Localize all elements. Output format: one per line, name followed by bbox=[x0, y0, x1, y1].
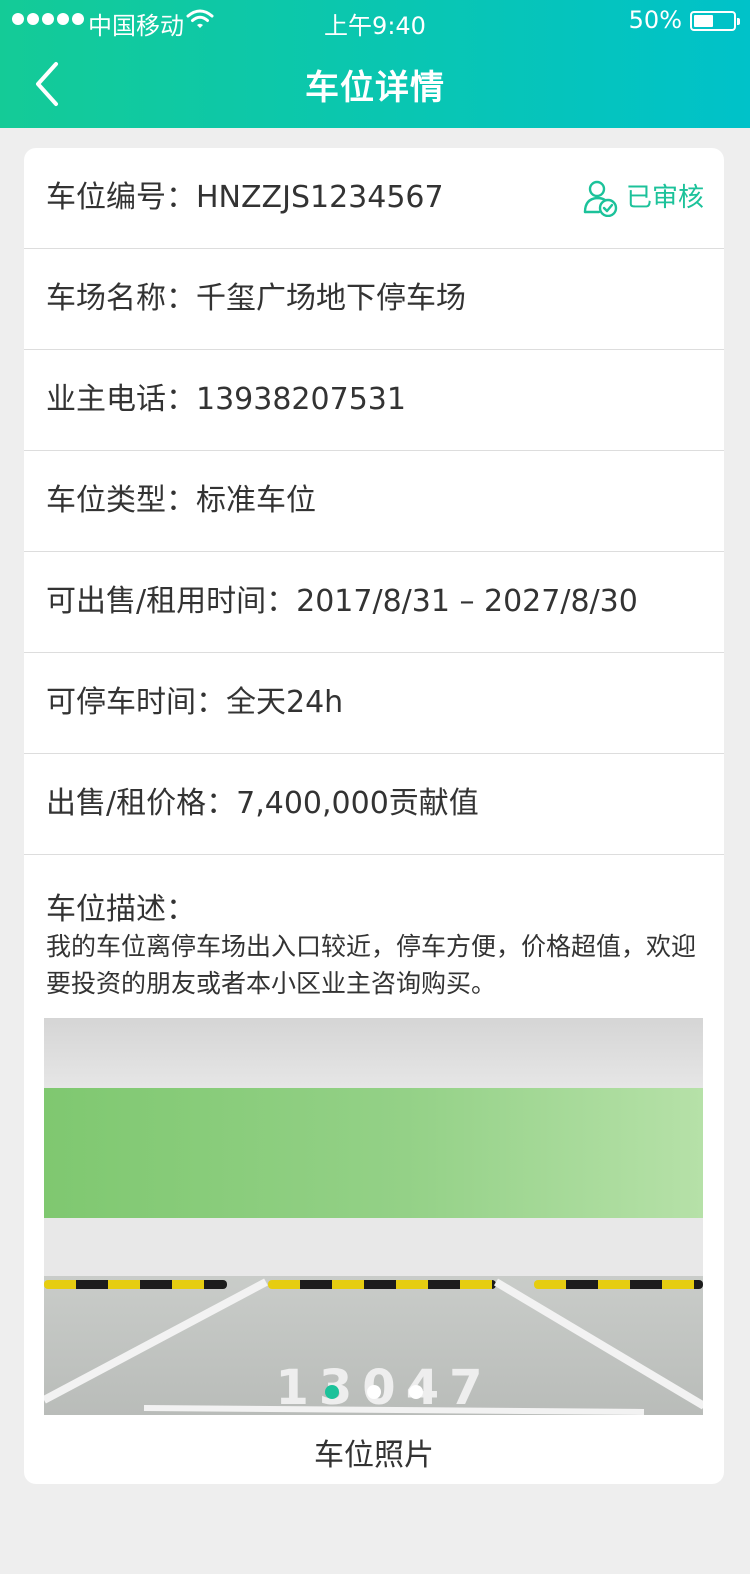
lot-name-value: 千玺广场地下停车场 bbox=[196, 281, 466, 316]
status-bar: 中国移动 上午9:40 50% bbox=[0, 0, 750, 40]
space-type-value: 标准车位 bbox=[196, 483, 316, 518]
space-type-label: 车位类型： bbox=[46, 483, 196, 518]
rental-period-row: 可出售/租用时间：2017/8/31 – 2027/8/30 bbox=[24, 552, 724, 653]
carousel-dot[interactable] bbox=[408, 1385, 423, 1399]
price-value: 7,400,000贡献值 bbox=[236, 786, 479, 821]
parking-time-label: 可停车时间： bbox=[46, 685, 226, 720]
owner-phone-row: 业主电话：13938207531 bbox=[24, 350, 724, 451]
lot-name-label: 车场名称： bbox=[46, 281, 196, 316]
photo-green-wall-band bbox=[44, 1088, 703, 1218]
rental-period-value: 2017/8/31 – 2027/8/30 bbox=[296, 584, 638, 619]
battery-icon bbox=[690, 11, 740, 31]
photo-carousel[interactable]: 13047 bbox=[44, 1018, 703, 1415]
carousel-dot[interactable] bbox=[324, 1385, 339, 1399]
space-number-label: 车位编号： bbox=[46, 180, 196, 215]
description-label: 车位描述： bbox=[46, 892, 196, 927]
owner-phone-label: 业主电话： bbox=[46, 382, 196, 417]
rental-period-label: 可出售/租用时间： bbox=[46, 584, 297, 619]
detail-card: 车位编号：HNZZJS1234567 已审核 车场名称：千玺广场地下停车场 业主… bbox=[24, 148, 724, 1484]
space-number-value: HNZZJS1234567 bbox=[196, 180, 444, 215]
owner-phone-value[interactable]: 13938207531 bbox=[196, 382, 406, 417]
space-type-row: 车位类型：标准车位 bbox=[24, 451, 724, 552]
carousel-pagination bbox=[44, 1385, 703, 1399]
price-label: 出售/租价格： bbox=[46, 786, 237, 821]
photo-caption: 车位照片 bbox=[314, 1438, 434, 1473]
app-header: 中国移动 上午9:40 50% 车位详情 bbox=[0, 0, 750, 128]
verified-badge: 已审核 bbox=[582, 148, 704, 248]
verified-user-icon bbox=[583, 180, 618, 217]
lot-name-row: 车场名称：千玺广场地下停车场 bbox=[24, 249, 724, 350]
page-title: 车位详情 bbox=[305, 68, 445, 108]
parking-time-value: 全天24h bbox=[226, 685, 344, 720]
price-row: 出售/租价格：7,400,000贡献值 bbox=[24, 754, 724, 855]
description-text: 我的车位离停车场出入口较近，停车方便，价格超值，欢迎要投资的朋友或者本小区业主咨… bbox=[46, 932, 697, 998]
carousel-dot[interactable] bbox=[366, 1385, 381, 1399]
verified-status-text: 已审核 bbox=[625, 183, 704, 213]
parking-time-row: 可停车时间：全天24h bbox=[24, 653, 724, 754]
space-number-row: 车位编号：HNZZJS1234567 已审核 bbox=[24, 148, 724, 249]
photo-wall-upper bbox=[44, 1018, 703, 1088]
photo-wall-lower bbox=[44, 1218, 703, 1278]
battery-percentage: 50% bbox=[628, 6, 682, 34]
